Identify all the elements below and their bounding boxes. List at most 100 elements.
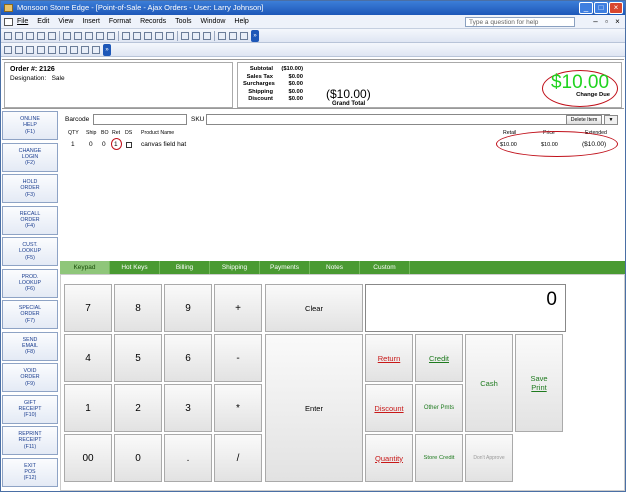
sort-desc-icon[interactable] <box>133 31 141 40</box>
sidebar-button-reprint-receipt[interactable]: REPRINT RECEIPT (F11) <box>2 426 58 455</box>
calculator-icon[interactable] <box>92 45 100 54</box>
sidebar-button-recall-order[interactable]: RECALL ORDER (F4) <box>2 205 58 235</box>
new-icon[interactable] <box>4 45 12 54</box>
menu-help[interactable]: Help <box>234 18 248 25</box>
cut-icon[interactable] <box>63 31 71 40</box>
edit-icon[interactable] <box>48 45 56 54</box>
menu-insert[interactable]: Insert <box>82 18 100 25</box>
sidebar-button-prod-lookup[interactable]: PROD. LOOKUP (F6) <box>2 268 58 298</box>
barcode-input[interactable] <box>93 114 187 125</box>
maximize-icon[interactable]: □ <box>594 2 608 14</box>
menu-view[interactable]: View <box>58 18 73 25</box>
row-product-name[interactable]: canvas field hat <box>141 141 186 148</box>
duplicate-icon[interactable] <box>70 45 78 54</box>
close-icon[interactable]: × <box>609 2 623 14</box>
key-3[interactable]: 3 <box>164 384 212 432</box>
key-divide[interactable]: / <box>214 434 262 482</box>
key-1[interactable]: 1 <box>64 384 112 432</box>
sidebar-button-special-order[interactable]: SPECIAL ORDER (F7) <box>2 300 58 329</box>
tile-icon[interactable] <box>81 45 89 54</box>
other-pmts-button[interactable]: Other Pmts <box>415 384 463 432</box>
toolbar2-options-icon[interactable]: » <box>103 43 111 56</box>
undo-icon[interactable] <box>107 31 115 40</box>
toolbar-options-icon[interactable]: » <box>251 29 259 42</box>
save-print-button[interactable]: Save Print <box>515 334 563 432</box>
filter-form-icon[interactable] <box>155 31 163 40</box>
tab-billing[interactable]: Billing <box>160 261 210 274</box>
view-icon[interactable] <box>4 31 12 40</box>
tab-custom[interactable]: Custom <box>360 261 410 274</box>
dont-approve-button[interactable]: Don't Approve <box>465 434 513 482</box>
key-multiply[interactable]: * <box>214 384 262 432</box>
credit-button[interactable]: Credit <box>415 334 463 382</box>
key-00[interactable]: 00 <box>64 434 112 482</box>
key-7[interactable]: 7 <box>64 284 112 332</box>
ds-checkbox[interactable] <box>126 142 132 148</box>
copy-icon[interactable] <box>74 31 82 40</box>
new-object-icon[interactable] <box>229 31 237 40</box>
spell-icon[interactable] <box>48 31 56 40</box>
menu-records[interactable]: Records <box>140 18 166 25</box>
row-bo[interactable]: 0 <box>102 141 106 148</box>
mdi-close-icon[interactable]: × <box>613 17 622 26</box>
link-icon[interactable] <box>59 45 67 54</box>
mdi-minimize-icon[interactable]: – <box>591 17 600 26</box>
new-record-icon[interactable] <box>192 31 200 40</box>
enter-button[interactable]: Enter <box>265 334 363 482</box>
key-0[interactable]: 0 <box>114 434 162 482</box>
row-qty[interactable]: 1 <box>71 141 75 148</box>
sort-asc-icon[interactable] <box>122 31 130 40</box>
delete-item-button[interactable]: Delete Item <box>566 115 602 125</box>
key-6[interactable]: 6 <box>164 334 212 382</box>
menu-file[interactable]: File <box>17 18 28 25</box>
key-8[interactable]: 8 <box>114 284 162 332</box>
key-4[interactable]: 4 <box>64 334 112 382</box>
options-dropdown[interactable]: ▼ <box>604 115 618 125</box>
key-plus[interactable]: + <box>214 284 262 332</box>
sidebar-button-void-order[interactable]: VOID ORDER (F9) <box>2 363 58 392</box>
sidebar-button-gift-receipt[interactable]: GIFT RECEIPT (F10) <box>2 394 58 424</box>
sidebar-button-change-login[interactable]: CHANGE LOGIN (F2) <box>2 142 58 172</box>
sidebar-button-exit-pos[interactable]: EXIT POS (F12) <box>2 457 58 487</box>
minimize-icon[interactable]: _ <box>579 2 593 14</box>
tab-hot-keys[interactable]: Hot Keys <box>110 261 160 274</box>
tab-payments[interactable]: Payments <box>260 261 310 274</box>
discount-button[interactable]: Discount <box>365 384 413 432</box>
quantity-button[interactable]: Quantity <box>365 434 413 482</box>
key-5[interactable]: 5 <box>114 334 162 382</box>
key-decimal[interactable]: . <box>164 434 212 482</box>
menu-edit[interactable]: Edit <box>37 18 49 25</box>
clear-button[interactable]: Clear <box>265 284 363 332</box>
tab-keypad[interactable]: Keypad <box>60 261 110 274</box>
save-icon[interactable] <box>15 31 23 40</box>
close-doc-icon[interactable] <box>26 45 34 54</box>
sku-input[interactable] <box>206 114 610 125</box>
tab-shipping[interactable]: Shipping <box>210 261 260 274</box>
preview-icon[interactable] <box>37 31 45 40</box>
sidebar-button-send-email[interactable]: SEND EMAIL (F8) <box>2 331 58 361</box>
menu-tools[interactable]: Tools <box>175 18 191 25</box>
key-2[interactable]: 2 <box>114 384 162 432</box>
print-icon[interactable] <box>26 31 34 40</box>
refresh-icon[interactable] <box>37 45 45 54</box>
find-icon[interactable] <box>181 31 189 40</box>
mdi-restore-icon[interactable]: ▫ <box>602 17 611 26</box>
format-painter-icon[interactable] <box>96 31 104 40</box>
help-search-input[interactable]: Type a question for help <box>465 17 575 27</box>
sidebar-button-cust-lookup[interactable]: CUST. LOOKUP (F5) <box>2 237 58 266</box>
apply-filter-icon[interactable] <box>166 31 174 40</box>
return-button[interactable]: Return <box>365 334 413 382</box>
store-credit-button[interactable]: Store Credit <box>415 434 463 482</box>
sidebar-button-online-help[interactable]: ONLINE HELP (F1) <box>2 111 58 140</box>
menu-format[interactable]: Format <box>109 18 131 25</box>
key-9[interactable]: 9 <box>164 284 212 332</box>
key-minus[interactable]: - <box>214 334 262 382</box>
delete-record-icon[interactable] <box>203 31 211 40</box>
row-ship[interactable]: 0 <box>89 141 93 148</box>
paste-icon[interactable] <box>85 31 93 40</box>
sidebar-button-hold-order[interactable]: HOLD ORDER (F3) <box>2 174 58 203</box>
database-icon[interactable] <box>218 31 226 40</box>
menu-window[interactable]: Window <box>201 18 226 25</box>
open-icon[interactable] <box>15 45 23 54</box>
help-icon[interactable] <box>240 31 248 40</box>
